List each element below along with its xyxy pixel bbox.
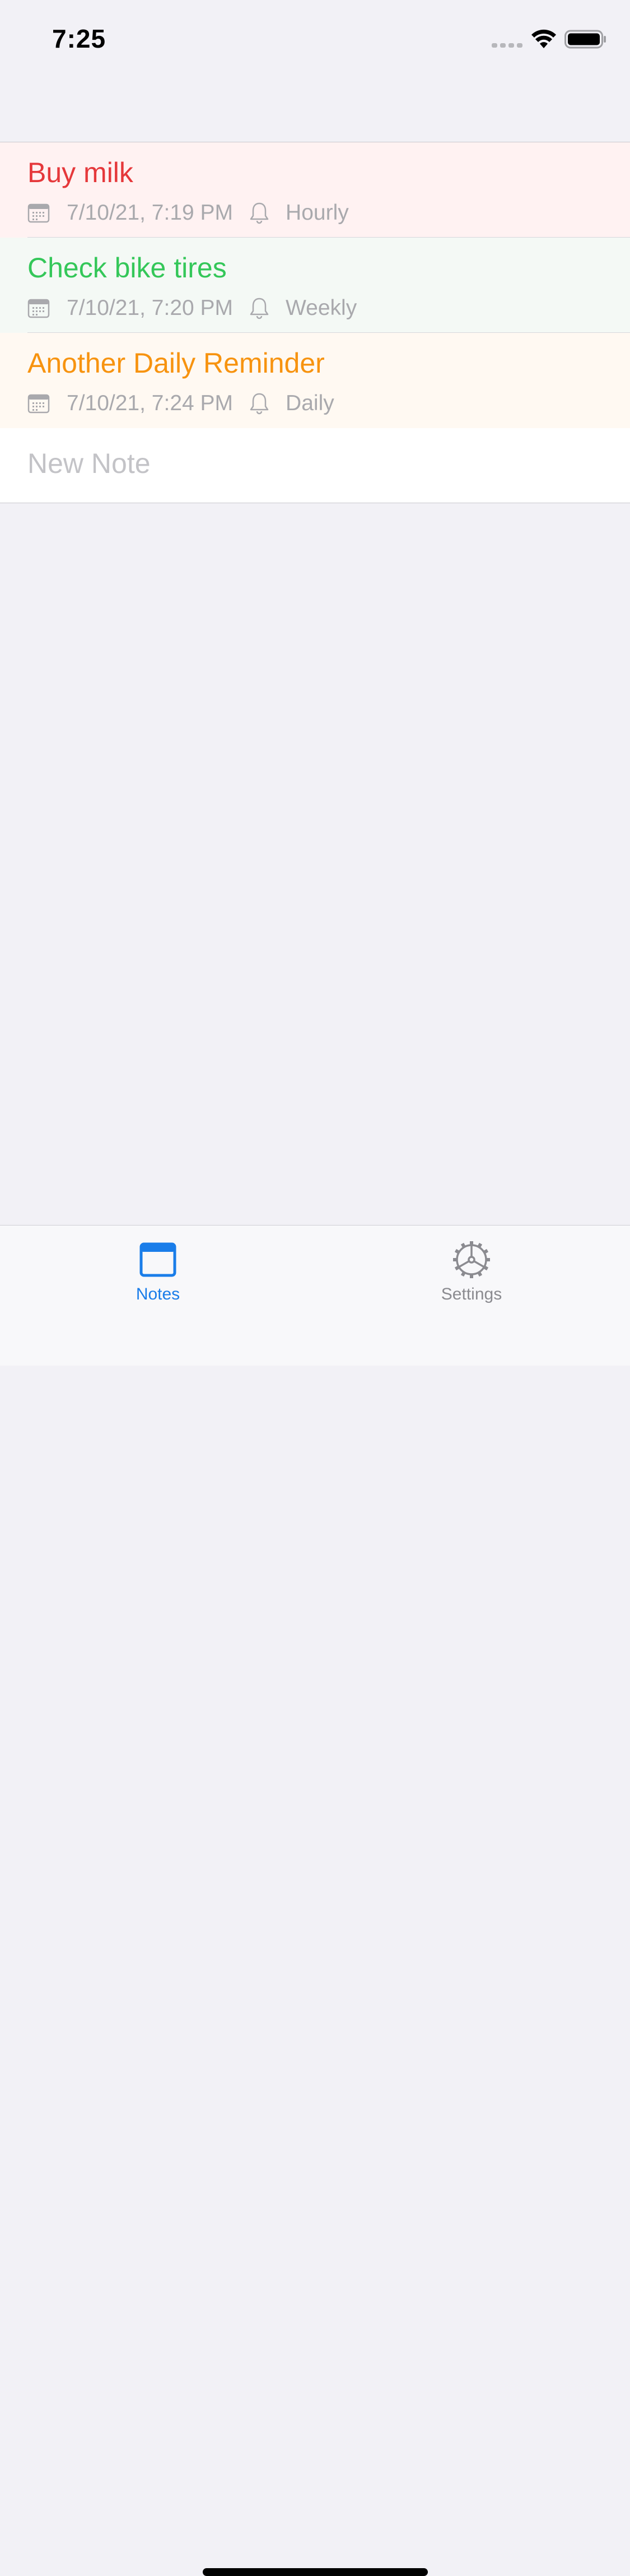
note-meta: 7/10/21, 7:24 PM Daily (27, 390, 334, 417)
notes-list: Buy milk 7/10/21, 7:19 PM Hourly Check b… (0, 142, 630, 503)
home-indicator (203, 2568, 428, 2576)
gear-icon (453, 1241, 490, 1278)
note-date: 7/10/21, 7:19 PM (67, 201, 234, 225)
note-date: 7/10/21, 7:20 PM (67, 296, 234, 320)
battery-icon (564, 30, 606, 49)
note-repeat: Weekly (286, 296, 357, 320)
bell-icon (250, 298, 269, 319)
note-repeat: Daily (286, 391, 334, 415)
note-title: Buy milk (27, 157, 133, 188)
calendar-icon (27, 203, 50, 223)
note-meta: 7/10/21, 7:19 PM Hourly (27, 199, 349, 226)
note-row[interactable]: Check bike tires 7/10/21, 7:20 PM Weekly (0, 238, 630, 333)
note-meta: 7/10/21, 7:20 PM Weekly (27, 295, 357, 322)
wifi-icon (531, 29, 556, 48)
note-date: 7/10/21, 7:24 PM (67, 391, 234, 415)
bell-icon (250, 202, 269, 224)
tab-label: Settings (441, 1285, 502, 1303)
note-title: Another Daily Reminder (27, 347, 325, 379)
bell-icon (250, 393, 269, 415)
new-note-row[interactable]: New Note (0, 428, 630, 503)
tab-notes[interactable]: Notes (80, 1240, 236, 1307)
calendar-icon (27, 299, 50, 318)
calendar-icon (27, 394, 50, 414)
tab-bar: Notes Settings (0, 1225, 630, 2576)
status-bar: 7:25 (0, 0, 630, 76)
cellular-signal-icon (492, 43, 522, 48)
note-repeat: Hourly (286, 201, 349, 225)
note-row[interactable]: Another Daily Reminder 7/10/21, 7:24 PM … (0, 333, 630, 428)
tab-label: Notes (136, 1285, 180, 1303)
tab-settings[interactable]: Settings (393, 1240, 550, 1307)
new-note-input[interactable]: New Note (27, 447, 151, 480)
notes-icon (139, 1242, 176, 1277)
status-time: 7:25 (52, 24, 106, 53)
note-title: Check bike tires (27, 252, 227, 284)
note-row[interactable]: Buy milk 7/10/21, 7:19 PM Hourly (0, 142, 630, 238)
